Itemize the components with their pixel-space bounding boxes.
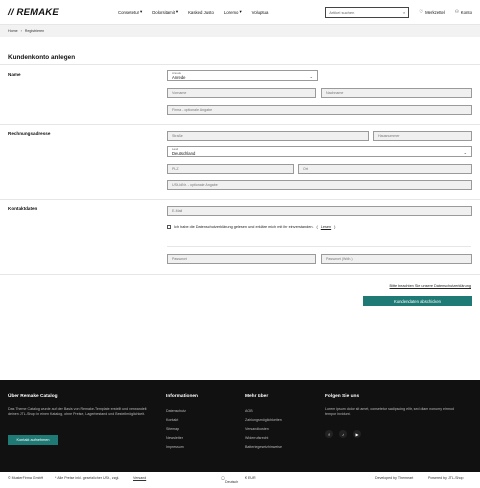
divider	[0, 124, 480, 125]
chevron-down-icon: ▾	[140, 9, 143, 14]
divider	[167, 246, 471, 247]
bottom-bar: © MusterFirma GmbH * Alle Preise inkl. g…	[0, 472, 480, 488]
youtube-icon[interactable]: ▶	[353, 430, 361, 438]
email-field[interactable]: E-Mail	[167, 206, 472, 216]
footer-follow-text: Lorem ipsum dolor sit amet, consetetur s…	[325, 407, 455, 417]
facebook-icon[interactable]: f	[325, 430, 333, 438]
footer-link[interactable]: Sitemap	[166, 427, 179, 431]
copyright: © MusterFirma GmbH	[8, 476, 44, 480]
language-switch[interactable]: ◯ Deutsch	[221, 476, 238, 484]
developed-by[interactable]: Developed by Themeart	[375, 476, 413, 480]
country-select[interactable]: Land Deutschland ⌄	[167, 146, 472, 157]
powered-by[interactable]: Powered by JTL-Shop	[428, 476, 464, 480]
password-field[interactable]: Passwort	[167, 254, 316, 264]
footer-link[interactable]: Impressum	[166, 445, 184, 449]
first-name-field[interactable]: Vorname	[167, 88, 316, 98]
city-field[interactable]: Ort	[298, 164, 472, 174]
name-section-label: Name	[8, 72, 21, 77]
company-field[interactable]: Firma - optionale Angabe	[167, 105, 472, 115]
chevron-down-icon: ⌄	[463, 150, 467, 155]
search-icon[interactable]: ⌕	[403, 10, 405, 15]
street-field[interactable]: Straße	[167, 131, 369, 141]
footer-about-text: Das Theme Catalog wurde auf der Basis vo…	[8, 407, 147, 417]
divider	[0, 274, 480, 275]
breadcrumb: Home › Registrieren	[0, 25, 480, 37]
house-number-field[interactable]: Hausnummer	[373, 131, 472, 141]
contact-button[interactable]: Kontakt aufnehmen	[8, 435, 58, 445]
header: // REMAKE Consetetur ▾ Dolorsitamit ▾ Kask…	[0, 0, 480, 25]
search-input[interactable]: Artikel suchen ⌕	[325, 6, 410, 18]
currency-switch[interactable]: € EUR	[245, 476, 256, 480]
footer-info-title: Informationen	[166, 394, 198, 399]
privacy-checkbox-row[interactable]: Ich habe die Datenschutzerklärung gelese…	[167, 225, 335, 229]
breadcrumb-current: Registrieren	[24, 29, 45, 33]
last-name-field[interactable]: Nachname	[321, 88, 472, 98]
contact-section-label: Kontaktdaten	[8, 206, 38, 211]
chevron-down-icon: ⌄	[309, 74, 313, 79]
privacy-notice-link[interactable]: Bitte beachten Sie unsere Datenschutzerk…	[390, 284, 471, 288]
footer-link[interactable]: Newsletter	[166, 436, 183, 440]
heart-icon: ♡	[419, 9, 424, 14]
nav-item[interactable]: Voluptua	[252, 9, 269, 15]
footer-more-title: Mehr über	[245, 394, 269, 399]
footer-follow-title: Folgen Sie uns	[325, 394, 360, 399]
footer-link[interactable]: Versandkosten	[245, 427, 269, 431]
nav-item[interactable]: Consetetur ▾	[118, 9, 142, 15]
nav-item[interactable]: Kasked Justo	[188, 9, 214, 15]
user-icon: ⚇	[454, 9, 459, 14]
nav-item[interactable]: Loremo ▾	[224, 9, 242, 15]
shipping-link[interactable]: Versand	[133, 476, 146, 480]
footer-link[interactable]: Kontakt	[166, 418, 178, 422]
privacy-text: Ich habe die Datenschutzerklärung gelese…	[174, 225, 314, 229]
privacy-read-link[interactable]: Lesen	[321, 225, 331, 229]
tiktok-icon[interactable]: ♪	[339, 430, 347, 438]
divider	[0, 199, 480, 200]
chevron-right-icon: ›	[20, 29, 22, 33]
address-section-label: Rechnungsadresse	[8, 131, 51, 136]
password-repeat-field[interactable]: Passwort (Wdh.)	[321, 254, 472, 264]
divider	[0, 64, 480, 65]
nav-item[interactable]: Dolorsitamit ▾	[152, 9, 178, 15]
page-title: Kundenkonto anlegen	[8, 54, 76, 61]
chevron-down-icon: ▾	[175, 9, 179, 14]
main-nav: Consetetur ▾ Dolorsitamit ▾ Kasked Justo L…	[118, 9, 268, 15]
footer-link[interactable]: Zahlungsmöglichkeiten	[245, 418, 282, 422]
account-link[interactable]: ⚇ Konto	[455, 9, 472, 15]
wishlist-link[interactable]: ♡ Merkzettel	[419, 9, 445, 15]
vat-id-field[interactable]: USt-IdNr. - optionale Angabe	[167, 180, 472, 190]
tax-note: * Alle Preise inkl. gesetzlicher USt., z…	[55, 476, 120, 480]
logo[interactable]: // REMAKE	[8, 7, 118, 18]
submit-button[interactable]: Kundendaten abschicken	[363, 296, 472, 306]
breadcrumb-home[interactable]: Home	[8, 29, 18, 33]
salutation-select[interactable]: Anrede Anrede ⌄	[167, 70, 318, 81]
footer-link[interactable]: Datenschutz	[166, 409, 186, 413]
footer-link[interactable]: AGB	[245, 409, 253, 413]
chevron-down-icon: ▾	[239, 9, 242, 14]
zip-field[interactable]: PLZ	[167, 164, 294, 174]
footer-link[interactable]: Widerrufsrecht	[245, 436, 268, 440]
footer-about-title: Über Remake Catalog	[8, 394, 58, 399]
footer-link[interactable]: Batteriegesetzhinweise	[245, 445, 282, 449]
privacy-checkbox[interactable]	[167, 225, 171, 229]
